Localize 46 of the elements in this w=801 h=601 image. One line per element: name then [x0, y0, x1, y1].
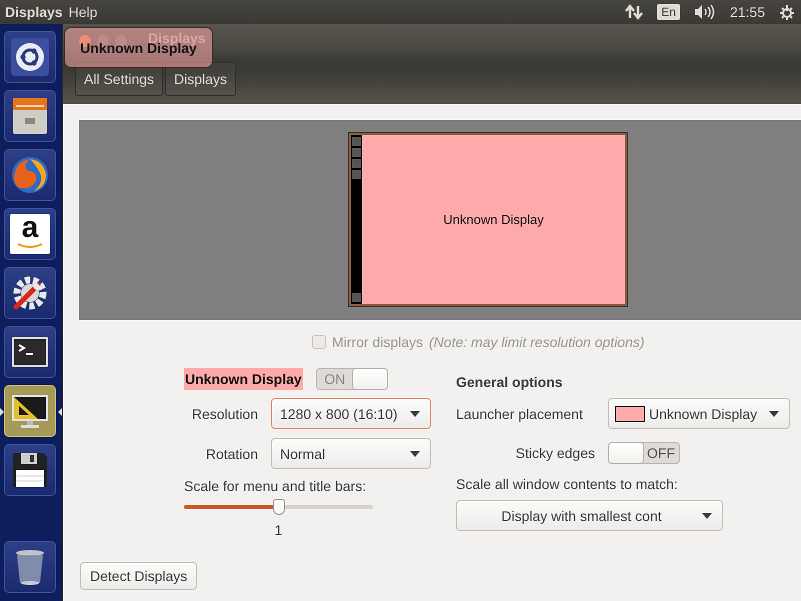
launcher-item[interactable]: a: [4, 208, 56, 260]
scale-label: Scale for menu and title bars:: [184, 478, 368, 494]
running-indicator-icon: [0, 408, 4, 416]
launcher-item[interactable]: [4, 267, 56, 319]
dropdown[interactable]: Unknown Display: [608, 398, 790, 429]
resolution-label: Resolution: [190, 406, 259, 422]
breadcrumb-button[interactable]: Displays: [165, 62, 236, 96]
scale-all-label: Scale all window contents to match:: [456, 476, 679, 492]
caret-icon: [769, 410, 779, 416]
slider-thumb[interactable]: [272, 499, 284, 515]
launcher-item[interactable]: [4, 326, 56, 378]
launcher-item[interactable]: [4, 149, 56, 201]
ubuntu-logo-icon: [10, 37, 50, 77]
launcher-item[interactable]: [4, 385, 56, 437]
launcher-placement-label: Launcher placement: [456, 406, 584, 422]
mirror-label: Mirror displays: [332, 334, 424, 350]
dropdown[interactable]: Display with smallest cont: [456, 500, 723, 531]
caret-icon: [410, 410, 420, 416]
scale-value: 1: [274, 522, 282, 538]
section-heading: General options: [456, 374, 564, 390]
detect-displays-button[interactable]: Detect Displays: [80, 562, 198, 590]
keyboard-layout-indicator[interactable]: En: [657, 4, 680, 20]
network-icon[interactable]: [625, 4, 644, 20]
store-icon: a: [10, 214, 50, 254]
toggle-switch[interactable]: OFF: [608, 442, 680, 464]
rotation-label: Rotation: [204, 446, 259, 462]
volume-icon[interactable]: [694, 4, 716, 20]
display-preview-label: Unknown Display: [443, 212, 544, 227]
sticky-edges-label: Sticky edges: [514, 445, 596, 461]
menu-item[interactable]: Displays: [5, 4, 63, 20]
display-name-label: Unknown Display: [184, 368, 303, 390]
display-preview[interactable]: Unknown Display: [349, 133, 627, 306]
mirror-note: (Note: may limit resolution options): [429, 334, 645, 350]
browser-globe-icon: [10, 155, 50, 195]
clock[interactable]: 21:55: [730, 4, 765, 20]
caret-icon: [702, 512, 712, 518]
launcher-item[interactable]: [4, 541, 56, 593]
launcher-item[interactable]: [4, 31, 56, 83]
launcher-item[interactable]: [4, 90, 56, 142]
menu-item[interactable]: Help: [68, 4, 98, 20]
dropdown[interactable]: Normal: [271, 438, 431, 469]
power-gear-icon[interactable]: [779, 4, 795, 20]
file-cabinet-icon: [10, 96, 50, 136]
launcher-item[interactable]: [4, 444, 56, 496]
caret-icon: [410, 450, 420, 456]
dropdown[interactable]: 1280 x 800 (16:10): [271, 398, 431, 429]
